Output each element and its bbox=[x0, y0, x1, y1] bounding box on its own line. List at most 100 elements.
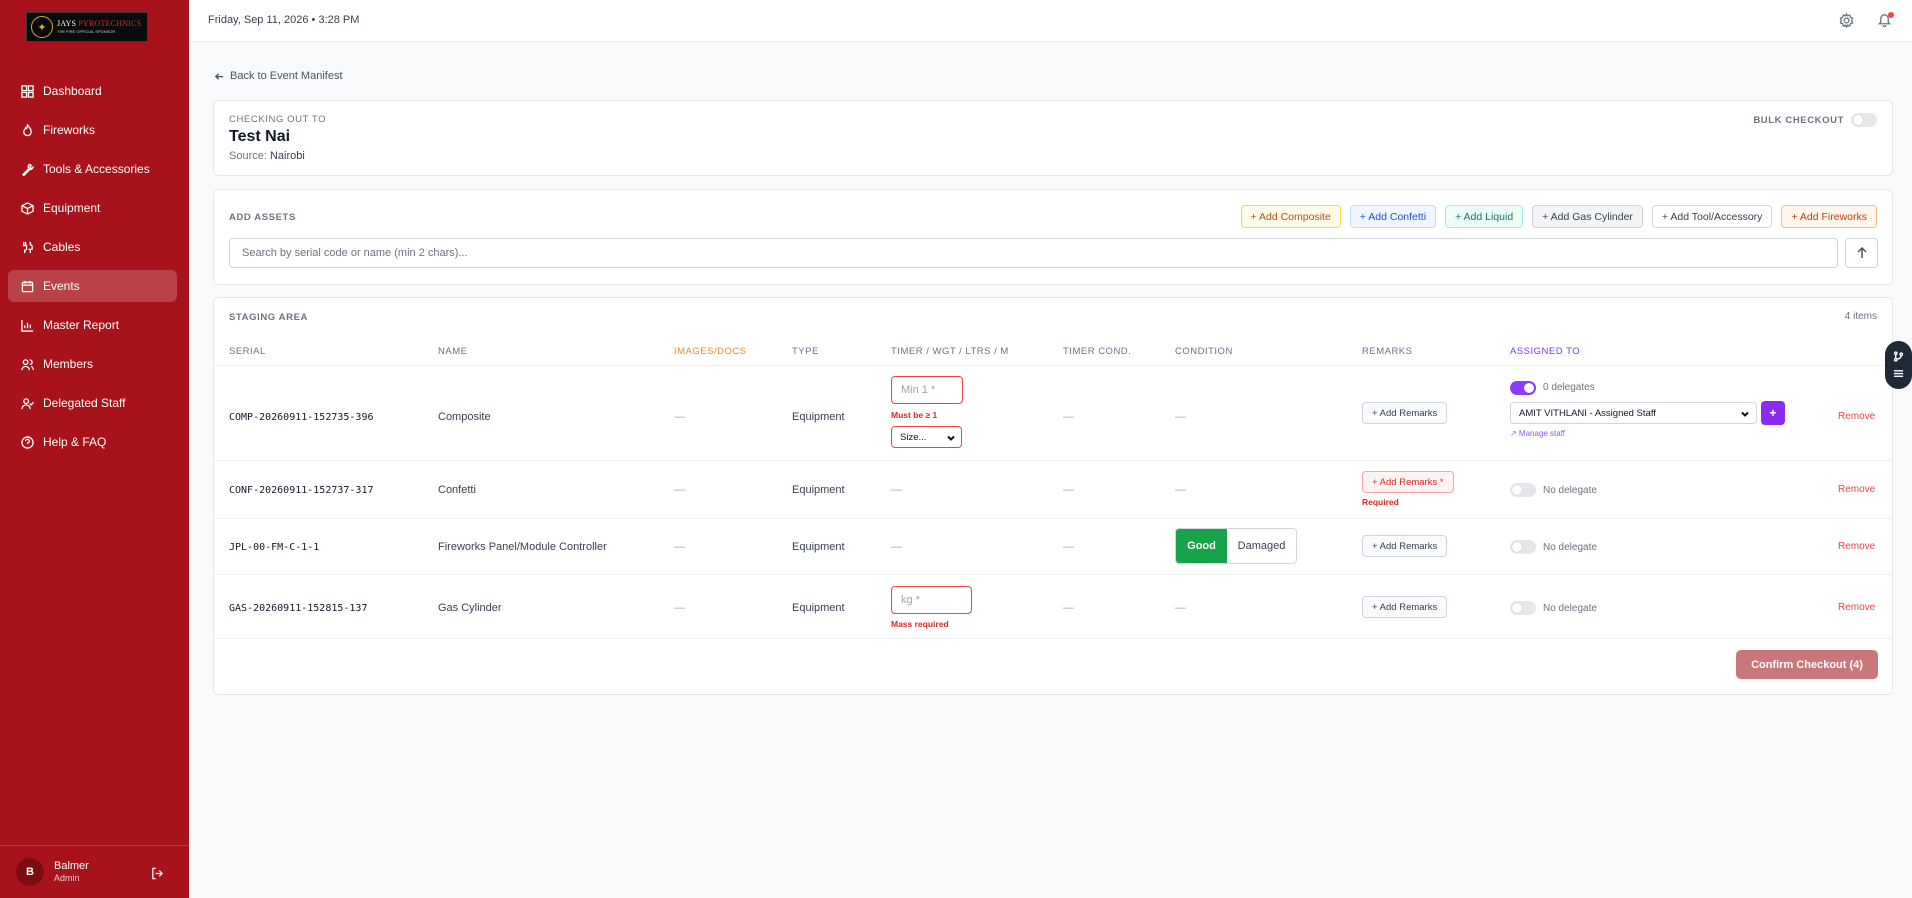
sidebar-item-members[interactable]: Members bbox=[8, 348, 177, 380]
sidebar-item-fireworks[interactable]: Fireworks bbox=[8, 114, 177, 146]
add-fireworks-button[interactable]: + Add Fireworks bbox=[1781, 205, 1877, 228]
box-icon bbox=[21, 201, 34, 215]
git-branch-icon bbox=[1893, 351, 1904, 362]
condition-damaged-button[interactable]: Damaged bbox=[1227, 529, 1296, 563]
type-cell: Equipment bbox=[792, 484, 845, 496]
timer-cell: — bbox=[891, 541, 902, 553]
add-remarks-button[interactable]: + Add Remarks bbox=[1362, 535, 1448, 557]
sidebar-item-label: Master Report bbox=[43, 318, 120, 332]
sidebar-item-delegated-staff[interactable]: Delegated Staff bbox=[8, 387, 177, 419]
back-to-manifest-link[interactable]: Back to Event Manifest bbox=[214, 70, 343, 82]
timer-condition-cell: — bbox=[1063, 484, 1074, 496]
add-asset-buttons: + Add Composite + Add Confetti + Add Liq… bbox=[1240, 205, 1877, 228]
cable-icon bbox=[22, 241, 33, 253]
add-remarks-button[interactable]: + Add Remarks bbox=[1362, 402, 1448, 424]
condition-cell: — bbox=[1175, 411, 1186, 423]
remove-row-button[interactable]: Remove bbox=[1838, 602, 1875, 613]
wrench-icon bbox=[21, 163, 34, 176]
sidebar-item-master-report[interactable]: Master Report bbox=[8, 309, 177, 341]
remarks-required-error: Required bbox=[1362, 497, 1399, 507]
column-header-images-docs: IMAGES/DOCS bbox=[674, 346, 747, 357]
user-check-icon bbox=[21, 397, 34, 409]
manage-staff-link[interactable]: ↗ Manage staff bbox=[1510, 429, 1565, 438]
sidebar-item-label: Tools & Accessories bbox=[43, 162, 150, 176]
timer-input[interactable]: Min 1 * bbox=[891, 376, 963, 404]
add-gas-cylinder-button[interactable]: + Add Gas Cylinder bbox=[1532, 205, 1643, 228]
delegate-count: 0 delegates bbox=[1543, 382, 1595, 393]
users-icon bbox=[21, 358, 34, 370]
serial-cell: COMP-20260911-152735-396 bbox=[229, 412, 374, 423]
type-cell: Equipment bbox=[792, 541, 845, 553]
arrow-up-icon bbox=[1856, 247, 1867, 258]
confirm-checkout-button[interactable]: Confirm Checkout (4) bbox=[1736, 650, 1878, 679]
column-header-type: TYPE bbox=[792, 346, 819, 357]
size-select[interactable]: Size... bbox=[891, 426, 962, 448]
images-docs-cell: — bbox=[674, 602, 685, 614]
column-header-name: NAME bbox=[438, 346, 468, 357]
timer-condition-cell: — bbox=[1063, 602, 1074, 614]
type-cell: Equipment bbox=[792, 602, 845, 614]
sidebar-item-help[interactable]: Help & FAQ bbox=[8, 426, 177, 458]
delegate-status: No delegate bbox=[1543, 542, 1597, 553]
column-header-serial: SERIAL bbox=[229, 346, 266, 357]
avatar[interactable]: B bbox=[16, 858, 44, 886]
flame-icon bbox=[23, 123, 32, 136]
delegate-toggle[interactable] bbox=[1510, 381, 1536, 395]
remove-row-button[interactable]: Remove bbox=[1838, 541, 1875, 552]
timer-error: Must be ≥ 1 bbox=[891, 410, 938, 420]
sidebar-item-label: Dashboard bbox=[43, 84, 102, 98]
sidebar-item-events[interactable]: Events bbox=[8, 270, 177, 302]
condition-good-button[interactable]: Good bbox=[1176, 529, 1227, 563]
bulk-checkout-toggle[interactable] bbox=[1851, 113, 1877, 127]
add-liquid-button[interactable]: + Add Liquid bbox=[1445, 205, 1524, 228]
sidebar-item-dashboard[interactable]: Dashboard bbox=[8, 75, 177, 107]
remove-row-button[interactable]: Remove bbox=[1838, 484, 1875, 495]
sidebar-item-equipment[interactable]: Equipment bbox=[8, 192, 177, 224]
user-role: Admin bbox=[54, 873, 80, 884]
delegate-toggle[interactable] bbox=[1510, 540, 1536, 554]
images-docs-cell: — bbox=[674, 411, 685, 423]
user-panel: B Balmer Admin bbox=[0, 845, 189, 898]
assigned-staff-select[interactable]: AMIT VITHLANI - Assigned Staff bbox=[1510, 402, 1757, 424]
list-icon bbox=[1893, 370, 1904, 377]
sidebar-item-tools[interactable]: Tools & Accessories bbox=[8, 153, 177, 185]
condition-cell: — bbox=[1175, 602, 1186, 614]
delegate-toggle[interactable] bbox=[1510, 601, 1536, 615]
assigned-staff-value: AMIT VITHLANI - Assigned Staff bbox=[1519, 407, 1656, 419]
sidebar-item-label: Equipment bbox=[43, 201, 101, 215]
remove-row-button[interactable]: Remove bbox=[1838, 411, 1875, 422]
upload-button[interactable] bbox=[1845, 238, 1878, 268]
add-remarks-required-button[interactable]: + Add Remarks * bbox=[1362, 471, 1454, 493]
logout-icon[interactable] bbox=[151, 867, 164, 880]
column-header-assigned-to: ASSIGNED TO bbox=[1510, 346, 1581, 357]
sidebar-item-label: Delegated Staff bbox=[43, 396, 126, 410]
sidebar-nav: Dashboard Fireworks Tools & Accessories … bbox=[8, 75, 177, 465]
sidebar-item-cables[interactable]: Cables bbox=[8, 231, 177, 263]
add-composite-button[interactable]: + Add Composite bbox=[1240, 205, 1341, 228]
add-confetti-button[interactable]: + Add Confetti bbox=[1349, 205, 1437, 228]
add-staff-button[interactable]: + bbox=[1761, 401, 1785, 425]
name-cell: Confetti bbox=[438, 484, 476, 496]
notifications-button[interactable] bbox=[1877, 12, 1894, 28]
images-docs-cell: — bbox=[674, 484, 685, 496]
timer-condition-cell: — bbox=[1063, 411, 1074, 423]
column-header-condition: CONDITION bbox=[1175, 346, 1233, 357]
top-bar: Friday, Sep 11, 2026 • 3:28 PM bbox=[189, 0, 1912, 42]
sidebar-item-label: Events bbox=[43, 279, 80, 293]
asset-search-input[interactable] bbox=[229, 238, 1838, 268]
current-datetime: Friday, Sep 11, 2026 • 3:28 PM bbox=[208, 14, 360, 26]
staging-area-card: STAGING AREA 4 items SERIAL NAME IMAGES/… bbox=[213, 297, 1893, 695]
floating-tools-widget[interactable] bbox=[1885, 341, 1912, 389]
name-cell: Fireworks Panel/Module Controller bbox=[438, 541, 607, 553]
add-tool-accessory-button[interactable]: + Add Tool/Accessory bbox=[1651, 205, 1773, 228]
user-name: Balmer bbox=[54, 860, 89, 872]
serial-cell: GAS-20260911-152815-137 bbox=[229, 603, 368, 614]
grid-icon bbox=[21, 84, 34, 98]
brand-logo[interactable]: ✦ JAYS PYROTECHNICS THE FIRE OFFICIAL SP… bbox=[26, 12, 148, 42]
mass-input[interactable]: kg * bbox=[891, 586, 972, 614]
sidebar-item-label: Members bbox=[43, 357, 94, 371]
delegate-toggle[interactable] bbox=[1510, 483, 1536, 497]
serial-cell: JPL-00-FM-C-1-1 bbox=[229, 542, 320, 553]
add-remarks-button[interactable]: + Add Remarks bbox=[1362, 596, 1448, 618]
gear-icon[interactable] bbox=[1839, 13, 1854, 28]
